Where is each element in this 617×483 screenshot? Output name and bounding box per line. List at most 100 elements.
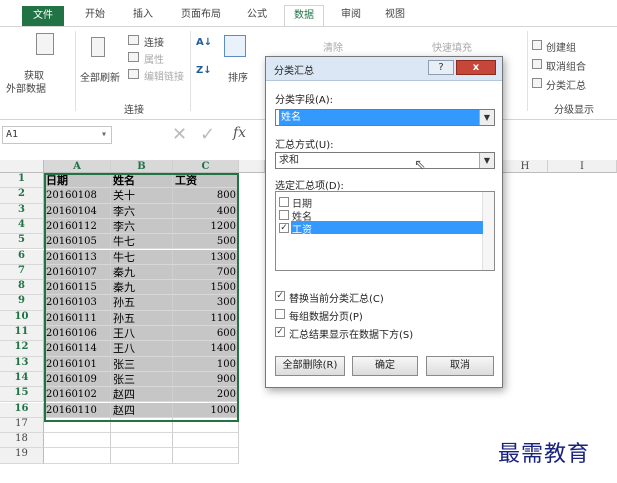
table-cell-name[interactable]: 秦九 [111,280,173,296]
row-header[interactable]: 13 [0,356,44,372]
item-date-checkbox[interactable] [279,197,289,207]
summary-below-label[interactable]: 汇总结果显示在数据下方(S) [289,326,413,341]
dialog-titlebar[interactable]: 分类汇总 ? x [266,57,502,81]
column-header-c[interactable]: C [173,160,239,173]
tab-view[interactable]: 视图 [378,5,412,26]
table-cell-date[interactable]: 20160108 [44,188,111,204]
table-cell-date[interactable]: 20160104 [44,203,111,219]
replace-current-checkbox[interactable]: ✓ [275,291,285,301]
table-cell[interactable] [44,417,111,434]
enter-icon[interactable]: ✓ [200,124,215,145]
subtotal-button[interactable]: 分类汇总 [546,77,586,92]
row-header[interactable]: 12 [0,341,44,357]
tab-page-layout[interactable]: 页面布局 [172,5,230,26]
row-header[interactable]: 4 [0,218,44,235]
table-cell-name[interactable]: 秦九 [111,264,173,281]
table-cell-date[interactable]: 20160111 [44,310,111,326]
row-header[interactable]: 19 [0,448,44,464]
table-cell-salary[interactable]: 1400 [173,341,239,357]
row-header[interactable]: 9 [0,295,44,311]
sort-za-icon[interactable]: Z↓ [196,65,212,76]
close-button[interactable]: x [456,60,496,75]
table-cell-salary[interactable]: 300 [173,295,239,311]
table-cell-date[interactable]: 20160112 [44,218,111,235]
table-cell[interactable] [111,448,173,464]
table-cell-date[interactable]: 20160114 [44,341,111,357]
header-cell-salary[interactable]: 工资 [173,173,239,189]
chevron-down-icon[interactable]: ▾ [101,127,107,143]
connections-button[interactable]: 连接 [144,34,164,49]
table-cell-salary[interactable]: 1100 [173,310,239,326]
table-cell-date[interactable]: 20160110 [44,402,111,418]
clear-filter-button[interactable]: 清除 [323,39,343,54]
tab-insert[interactable]: 插入 [126,5,160,26]
column-header-i[interactable]: I [548,160,617,173]
table-cell-date[interactable]: 20160113 [44,249,111,265]
tab-formulas[interactable]: 公式 [240,5,274,26]
table-cell-name[interactable]: 李六 [111,203,173,219]
row-header[interactable]: 2 [0,188,44,204]
row-header[interactable]: 15 [0,387,44,403]
row-header[interactable]: 16 [0,402,44,418]
column-header-b[interactable]: B [111,160,173,173]
tab-data[interactable]: 数据 [284,5,324,26]
table-cell-salary[interactable]: 800 [173,188,239,204]
header-cell-name[interactable]: 姓名 [111,173,173,189]
table-cell-name[interactable]: 牛七 [111,249,173,265]
row-header[interactable]: 5 [0,234,44,250]
table-cell-date[interactable]: 20160109 [44,371,111,388]
column-header-d[interactable] [239,160,265,173]
row-header[interactable]: 17 [0,417,44,434]
select-all-corner[interactable] [0,160,44,173]
item-salary-checkbox[interactable]: ✓ [279,223,289,233]
field-select[interactable]: 姓名 ▼ [275,109,495,126]
table-cell-name[interactable]: 关十 [111,188,173,204]
chevron-down-icon[interactable]: ▼ [479,110,494,125]
remove-all-button[interactable]: 全部删除(R) [275,356,345,376]
table-cell-name[interactable]: 孙五 [111,295,173,311]
table-cell-salary[interactable]: 500 [173,234,239,250]
edit-links-button[interactable]: 编辑链接 [144,68,184,83]
table-cell-name[interactable]: 王八 [111,326,173,342]
table-cell-salary[interactable]: 600 [173,326,239,342]
cancel-icon[interactable]: ✕ [172,124,187,145]
properties-button[interactable]: 属性 [144,51,164,66]
row-header[interactable]: 11 [0,326,44,342]
page-break-checkbox[interactable] [275,309,285,319]
table-cell-date[interactable]: 20160106 [44,326,111,342]
table-cell-salary[interactable]: 1300 [173,249,239,265]
column-header-h[interactable]: H [503,160,548,173]
sort-az-icon[interactable]: A↓ [196,37,212,48]
table-cell-name[interactable]: 赵四 [111,402,173,418]
refresh-all-button[interactable]: 全部刷新 [80,69,120,84]
items-scrollbar[interactable] [482,192,494,270]
replace-current-label[interactable]: 替换当前分类汇总(C) [289,290,384,305]
ok-button[interactable]: 确定 [352,356,418,376]
table-cell-date[interactable]: 20160102 [44,387,111,403]
table-cell-name[interactable]: 赵四 [111,387,173,403]
table-cell-salary[interactable]: 700 [173,264,239,281]
row-header[interactable]: 18 [0,433,44,449]
table-cell-date[interactable]: 20160107 [44,264,111,281]
flash-fill-button[interactable]: 快速填充 [432,39,472,54]
table-cell-name[interactable]: 张三 [111,371,173,388]
table-cell-date[interactable]: 20160105 [44,234,111,250]
table-cell-salary[interactable]: 1000 [173,402,239,418]
page-break-label[interactable]: 每组数据分页(P) [289,308,363,323]
table-cell[interactable] [173,448,239,464]
table-cell[interactable] [111,433,173,449]
table-cell-date[interactable]: 20160115 [44,280,111,296]
column-header-a[interactable]: A [44,160,111,173]
table-cell[interactable] [173,417,239,434]
table-cell-salary[interactable]: 400 [173,203,239,219]
tab-home[interactable]: 开始 [78,5,112,26]
tab-file[interactable]: 文件 [22,6,64,26]
table-cell-name[interactable]: 李六 [111,218,173,235]
sort-button[interactable]: 排序 [228,69,248,84]
row-header[interactable]: 6 [0,249,44,265]
summary-below-checkbox[interactable]: ✓ [275,327,285,337]
group-button[interactable]: 创建组 [546,39,576,54]
chevron-down-icon[interactable]: ▼ [479,153,494,168]
table-cell-salary[interactable]: 1200 [173,218,239,235]
table-cell[interactable] [111,417,173,434]
